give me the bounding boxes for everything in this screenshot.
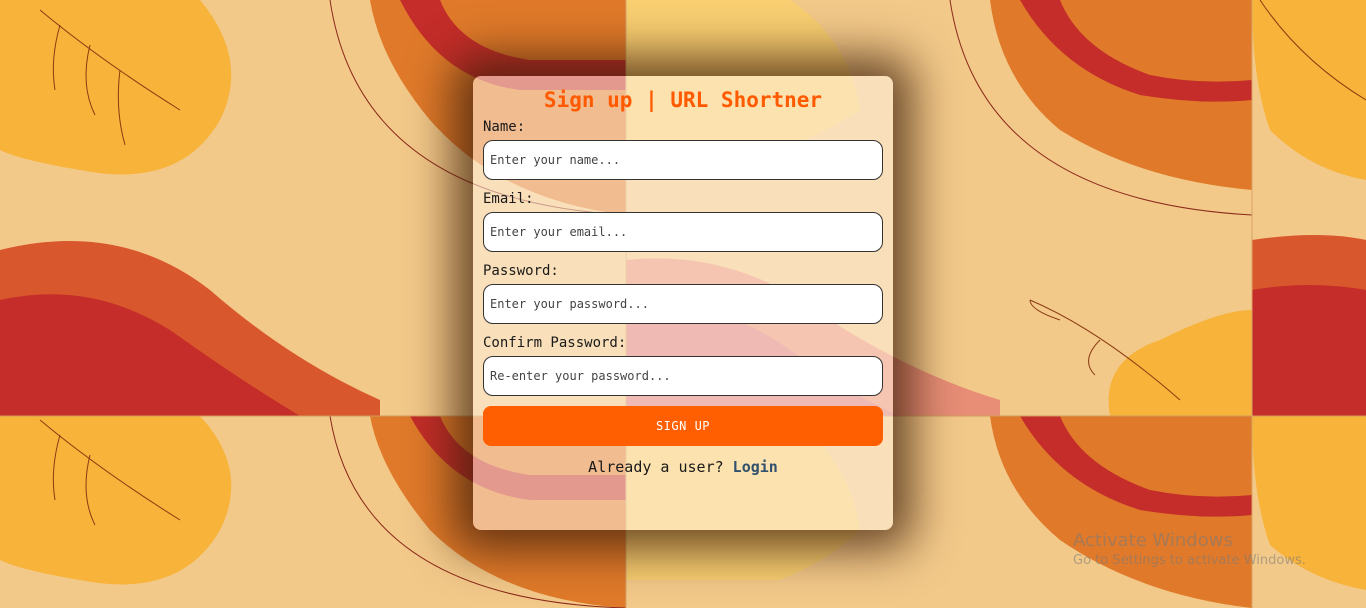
watermark-subtitle: Go to Settings to activate Windows.: [1073, 553, 1306, 568]
email-label: Email:: [483, 191, 534, 207]
login-prompt: Already a user? Login: [483, 458, 883, 476]
page-title: Sign up | URL Shortner: [543, 88, 823, 112]
password-input[interactable]: [483, 284, 883, 324]
email-input[interactable]: [483, 212, 883, 252]
password-label: Password:: [483, 263, 559, 279]
watermark-title: Activate Windows: [1073, 530, 1233, 551]
name-input[interactable]: [483, 140, 883, 180]
confirm-password-label: Confirm Password:: [483, 335, 627, 351]
login-prompt-text: Already a user?: [588, 458, 724, 476]
login-link[interactable]: Login: [733, 458, 778, 476]
confirm-password-input[interactable]: [483, 356, 883, 396]
activate-windows-watermark: Activate Windows Go to Settings to activ…: [1073, 530, 1306, 568]
name-label: Name:: [483, 119, 526, 135]
signup-card: Sign up | URL Shortner Name: Email: Pass…: [473, 76, 893, 530]
sign-up-button[interactable]: SIGN UP: [483, 406, 883, 446]
